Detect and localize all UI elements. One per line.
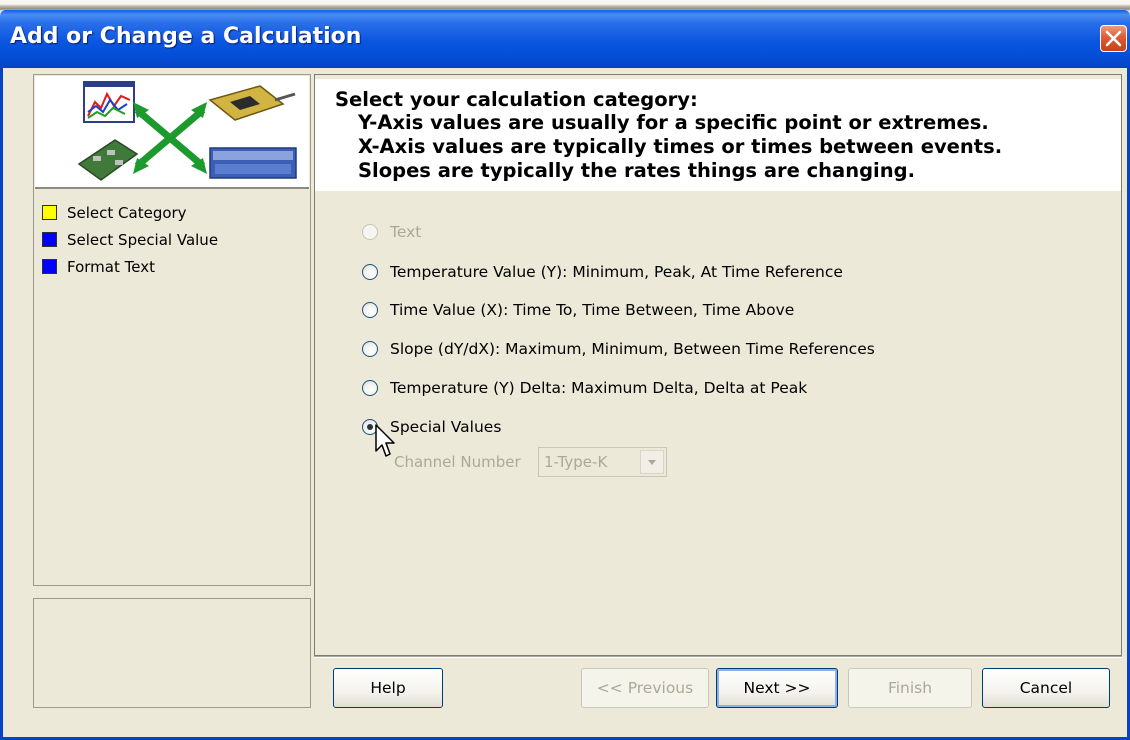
- radio-button[interactable]: [362, 302, 378, 318]
- radio-option-temperature-value[interactable]: Temperature Value (Y): Minimum, Peak, At…: [362, 260, 843, 284]
- close-icon: [1105, 30, 1122, 47]
- dropdown-button[interactable]: [640, 450, 664, 474]
- instructions-heading: Select your calculation category:: [335, 88, 698, 111]
- step-list: Select Category Select Special Value For…: [34, 199, 310, 280]
- close-button[interactable]: [1100, 25, 1127, 52]
- radio-label: Text: [390, 223, 422, 241]
- step-label: Format Text: [67, 257, 155, 276]
- step-color-swatch: [42, 232, 57, 247]
- step-label: Select Category: [67, 203, 187, 222]
- radio-button[interactable]: [362, 264, 378, 280]
- radio-label[interactable]: Time Value (X): Time To, Time Between, T…: [390, 301, 794, 319]
- step-item: Select Special Value: [34, 226, 310, 253]
- window-title: Add or Change a Calculation: [10, 24, 362, 49]
- radio-option-text: Text: [362, 220, 421, 244]
- finish-button[interactable]: Finish: [848, 668, 972, 708]
- cancel-button[interactable]: Cancel: [982, 668, 1110, 708]
- radio-label[interactable]: Special Values: [390, 418, 501, 436]
- left-panel: Select Category Select Special Value For…: [33, 74, 311, 586]
- help-button[interactable]: Help: [333, 668, 443, 708]
- mouse-cursor-icon: [375, 424, 395, 457]
- button-separator: [314, 656, 1122, 658]
- radio-button: [362, 224, 378, 240]
- step-item: Select Category: [34, 199, 310, 226]
- title-bar-gradient: Add or Change a Calculation: [0, 10, 1130, 68]
- instructions-line: X-Axis values are typically times or tim…: [358, 135, 1003, 158]
- instructions-line: Slopes are typically the rates things ar…: [358, 159, 915, 182]
- title-bar: Add or Change a Calculation: [0, 0, 1130, 76]
- radio-option-slope[interactable]: Slope (dY/dX): Maximum, Minimum, Between…: [362, 337, 875, 361]
- step-color-swatch: [42, 205, 57, 220]
- step-color-swatch: [42, 259, 57, 274]
- previous-button[interactable]: << Previous: [581, 668, 709, 708]
- channel-number-label: Channel Number: [394, 453, 521, 471]
- instructions-line: Y-Axis values are usually for a specific…: [358, 111, 989, 134]
- radio-label[interactable]: Temperature Value (Y): Minimum, Peak, At…: [390, 263, 843, 281]
- radio-button[interactable]: [362, 380, 378, 396]
- radio-option-temperature-delta[interactable]: Temperature (Y) Delta: Maximum Delta, De…: [362, 376, 807, 400]
- radio-label[interactable]: Slope (dY/dX): Maximum, Minimum, Between…: [390, 340, 875, 358]
- radio-dot: [367, 424, 373, 430]
- radio-label[interactable]: Temperature (Y) Delta: Maximum Delta, De…: [390, 379, 807, 397]
- channel-number-select[interactable]: 1-Type-K: [538, 447, 667, 477]
- radio-button[interactable]: [362, 341, 378, 357]
- category-panel: Select your calculation category: Y-Axis…: [314, 74, 1122, 656]
- radio-option-time-value[interactable]: Time Value (X): Time To, Time Between, T…: [362, 298, 794, 322]
- channel-number-value: 1-Type-K: [544, 453, 608, 471]
- left-info-panel: [33, 598, 311, 708]
- wizard-graphic: [35, 76, 309, 189]
- step-label: Select Special Value: [67, 230, 219, 249]
- step-item: Format Text: [34, 253, 310, 280]
- next-button[interactable]: Next >>: [716, 668, 838, 708]
- chevron-down-icon: [648, 460, 656, 465]
- instructions-box: Select your calculation category: Y-Axis…: [315, 79, 1121, 191]
